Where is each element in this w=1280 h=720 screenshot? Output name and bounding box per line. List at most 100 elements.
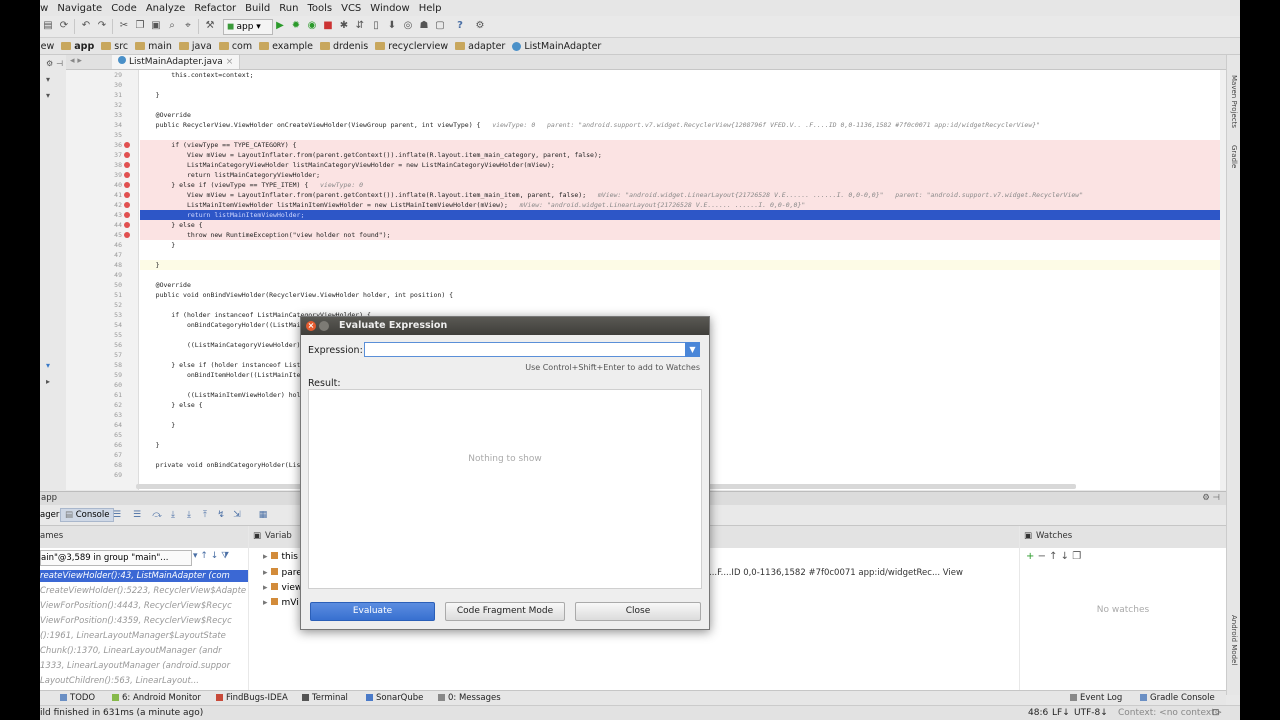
code-line[interactable]: } else if (viewType == TYPE_ITEM) { view…: [140, 180, 1226, 190]
find-icon[interactable]: ⌕: [166, 20, 178, 32]
crumb-view[interactable]: iew: [40, 41, 54, 52]
stack-frame[interactable]: LayoutChildren():563, LinearLayout...: [40, 675, 248, 687]
code-line[interactable]: [140, 100, 1226, 110]
run-icon[interactable]: ▶: [274, 20, 286, 32]
tab-console[interactable]: ▤ Console: [60, 508, 115, 522]
collapse-icon[interactable]: ⊣: [56, 59, 63, 68]
lock-icon[interactable]: ⊡: [1212, 708, 1220, 718]
crumb-recyclerview[interactable]: recyclerview: [375, 41, 448, 52]
drop-frame-icon[interactable]: ↯: [216, 510, 226, 520]
stack-frame[interactable]: ViewForPosition():4443, RecyclerView$Rec…: [40, 600, 248, 612]
make-icon[interactable]: ⚒: [204, 20, 216, 32]
variable-row[interactable]: ▸ mVi: [263, 596, 299, 610]
thread-selector[interactable]: ain"@3,589 in group "main"...: [40, 550, 192, 566]
replace-icon[interactable]: ⌖: [182, 20, 194, 32]
evaluate-icon[interactable]: ▦: [258, 510, 268, 520]
tool-android-monitor[interactable]: 6: Android Monitor: [112, 693, 201, 703]
settings-icon[interactable]: ⚙: [46, 59, 53, 68]
stop-icon[interactable]: ■: [322, 20, 334, 32]
breakpoint-icon[interactable]: [124, 172, 130, 178]
breakpoint-icon[interactable]: [124, 152, 130, 158]
breakpoint-icon[interactable]: [124, 142, 130, 148]
minimize-icon[interactable]: [319, 321, 329, 331]
code-line[interactable]: public void onBindViewHolder(RecyclerVie…: [140, 290, 1226, 300]
menu-run[interactable]: Run: [279, 3, 298, 14]
attach-debugger-icon[interactable]: ✱: [338, 20, 350, 32]
code-line[interactable]: [140, 130, 1226, 140]
code-line[interactable]: } else {: [140, 220, 1226, 230]
redo-icon[interactable]: ↷: [96, 20, 108, 32]
expression-input[interactable]: [364, 342, 686, 357]
layout-icon[interactable]: ☰: [112, 510, 122, 520]
menu-navigate[interactable]: Navigate: [57, 3, 102, 14]
code-line[interactable]: throw new RuntimeException("view holder …: [140, 230, 1226, 240]
run-to-cursor-icon[interactable]: ⇲: [232, 510, 242, 520]
code-line[interactable]: public RecyclerView.ViewHolder onCreateV…: [140, 120, 1226, 130]
line-separator[interactable]: LF↓: [1052, 708, 1070, 718]
menu-refactor[interactable]: Refactor: [194, 3, 236, 14]
crumb-main[interactable]: main: [135, 41, 172, 52]
code-line[interactable]: [140, 300, 1226, 310]
debug-icon[interactable]: ✹: [290, 20, 302, 32]
maven-projects-tab[interactable]: Maven Projects: [1230, 75, 1238, 128]
force-step-into-icon[interactable]: ⤓: [184, 510, 194, 520]
code-line[interactable]: @Override: [140, 110, 1226, 120]
android-model-tab[interactable]: Android Model: [1230, 615, 1238, 665]
code-line[interactable]: [140, 80, 1226, 90]
breakpoint-icon[interactable]: [124, 162, 130, 168]
stack-frame[interactable]: ():1961, LinearLayoutManager$LayoutState: [40, 630, 248, 642]
thread-controls-icon[interactable]: ▾ ↑ ↓ ⧩: [193, 551, 229, 561]
gradle-tab[interactable]: Gradle: [1230, 145, 1238, 168]
breakpoint-icon[interactable]: [124, 182, 130, 188]
step-into-icon[interactable]: ⤓: [168, 510, 178, 520]
step-out-icon[interactable]: ⤒: [200, 510, 210, 520]
variable-row[interactable]: ▸ this: [263, 550, 298, 564]
tab-listmainadapter[interactable]: ListMainAdapter.java ×: [112, 55, 241, 69]
dialog-titlebar[interactable]: × Evaluate Expression: [301, 317, 709, 335]
result-panel[interactable]: Nothing to show: [308, 389, 702, 589]
device-icon[interactable]: ▢: [434, 20, 446, 32]
tree-arrow-icon[interactable]: ▾: [46, 91, 50, 100]
menu-help[interactable]: Help: [419, 3, 442, 14]
menu-view[interactable]: ew: [40, 3, 48, 14]
close-button[interactable]: Close: [575, 602, 701, 621]
tree-arrow-icon[interactable]: ▸: [46, 377, 50, 386]
settings-icon[interactable]: ⚙: [474, 20, 486, 32]
menu-vcs[interactable]: VCS: [341, 3, 361, 14]
close-icon[interactable]: ×: [306, 321, 316, 331]
menu-analyze[interactable]: Analyze: [146, 3, 185, 14]
menu-code[interactable]: Code: [111, 3, 137, 14]
code-line[interactable]: View mView = LayoutInflater.from(parent.…: [140, 190, 1226, 200]
show-execution-point-icon[interactable]: ☰: [132, 510, 142, 520]
sync-icon[interactable]: ⟳: [58, 20, 70, 32]
code-line[interactable]: }: [140, 260, 1226, 270]
crumb-adapter[interactable]: adapter: [455, 41, 505, 52]
crumb-java[interactable]: java: [178, 41, 212, 52]
code-line[interactable]: }: [140, 90, 1226, 100]
tree-arrow-icon[interactable]: ▾: [46, 361, 50, 370]
code-line[interactable]: ListMainItemViewHolder listMainItemViewH…: [140, 200, 1226, 210]
coverage-icon[interactable]: ◉: [306, 20, 318, 32]
code-line[interactable]: [140, 270, 1226, 280]
code-line[interactable]: View mView = LayoutInflater.from(parent.…: [140, 150, 1226, 160]
crumb-drdenis[interactable]: drdenis: [320, 41, 368, 52]
context-selector[interactable]: Context: <no context>: [1118, 708, 1222, 718]
variable-row[interactable]: ▸ pare: [263, 566, 302, 580]
crumb-example[interactable]: example: [259, 41, 313, 52]
avd-manager-icon[interactable]: ▯: [370, 20, 382, 32]
stack-frame[interactable]: reateViewHolder():43, ListMainAdapter (c…: [40, 570, 248, 582]
code-line[interactable]: ListMainCategoryViewHolder listMainCateg…: [140, 160, 1226, 170]
code-line[interactable]: return listMainItemViewHolder;: [140, 210, 1226, 220]
sdk-manager-icon[interactable]: ⬇: [386, 20, 398, 32]
crumb-com[interactable]: com: [218, 41, 252, 52]
android-icon[interactable]: ☗: [418, 20, 430, 32]
crumb-listmainadapter[interactable]: ListMainAdapter: [512, 41, 601, 52]
tool-gradle-console[interactable]: Gradle Console: [1140, 693, 1215, 703]
breakpoint-icon[interactable]: [124, 192, 130, 198]
code-line[interactable]: this.context=context;: [140, 70, 1226, 80]
stack-frame[interactable]: Chunk():1370, LinearLayoutManager (andr: [40, 645, 248, 657]
tool-event-log[interactable]: Event Log: [1070, 693, 1122, 703]
copy-icon[interactable]: ❐: [134, 20, 146, 32]
tool-sonarqube[interactable]: SonarQube: [366, 693, 423, 703]
menu-build[interactable]: Build: [245, 3, 270, 14]
